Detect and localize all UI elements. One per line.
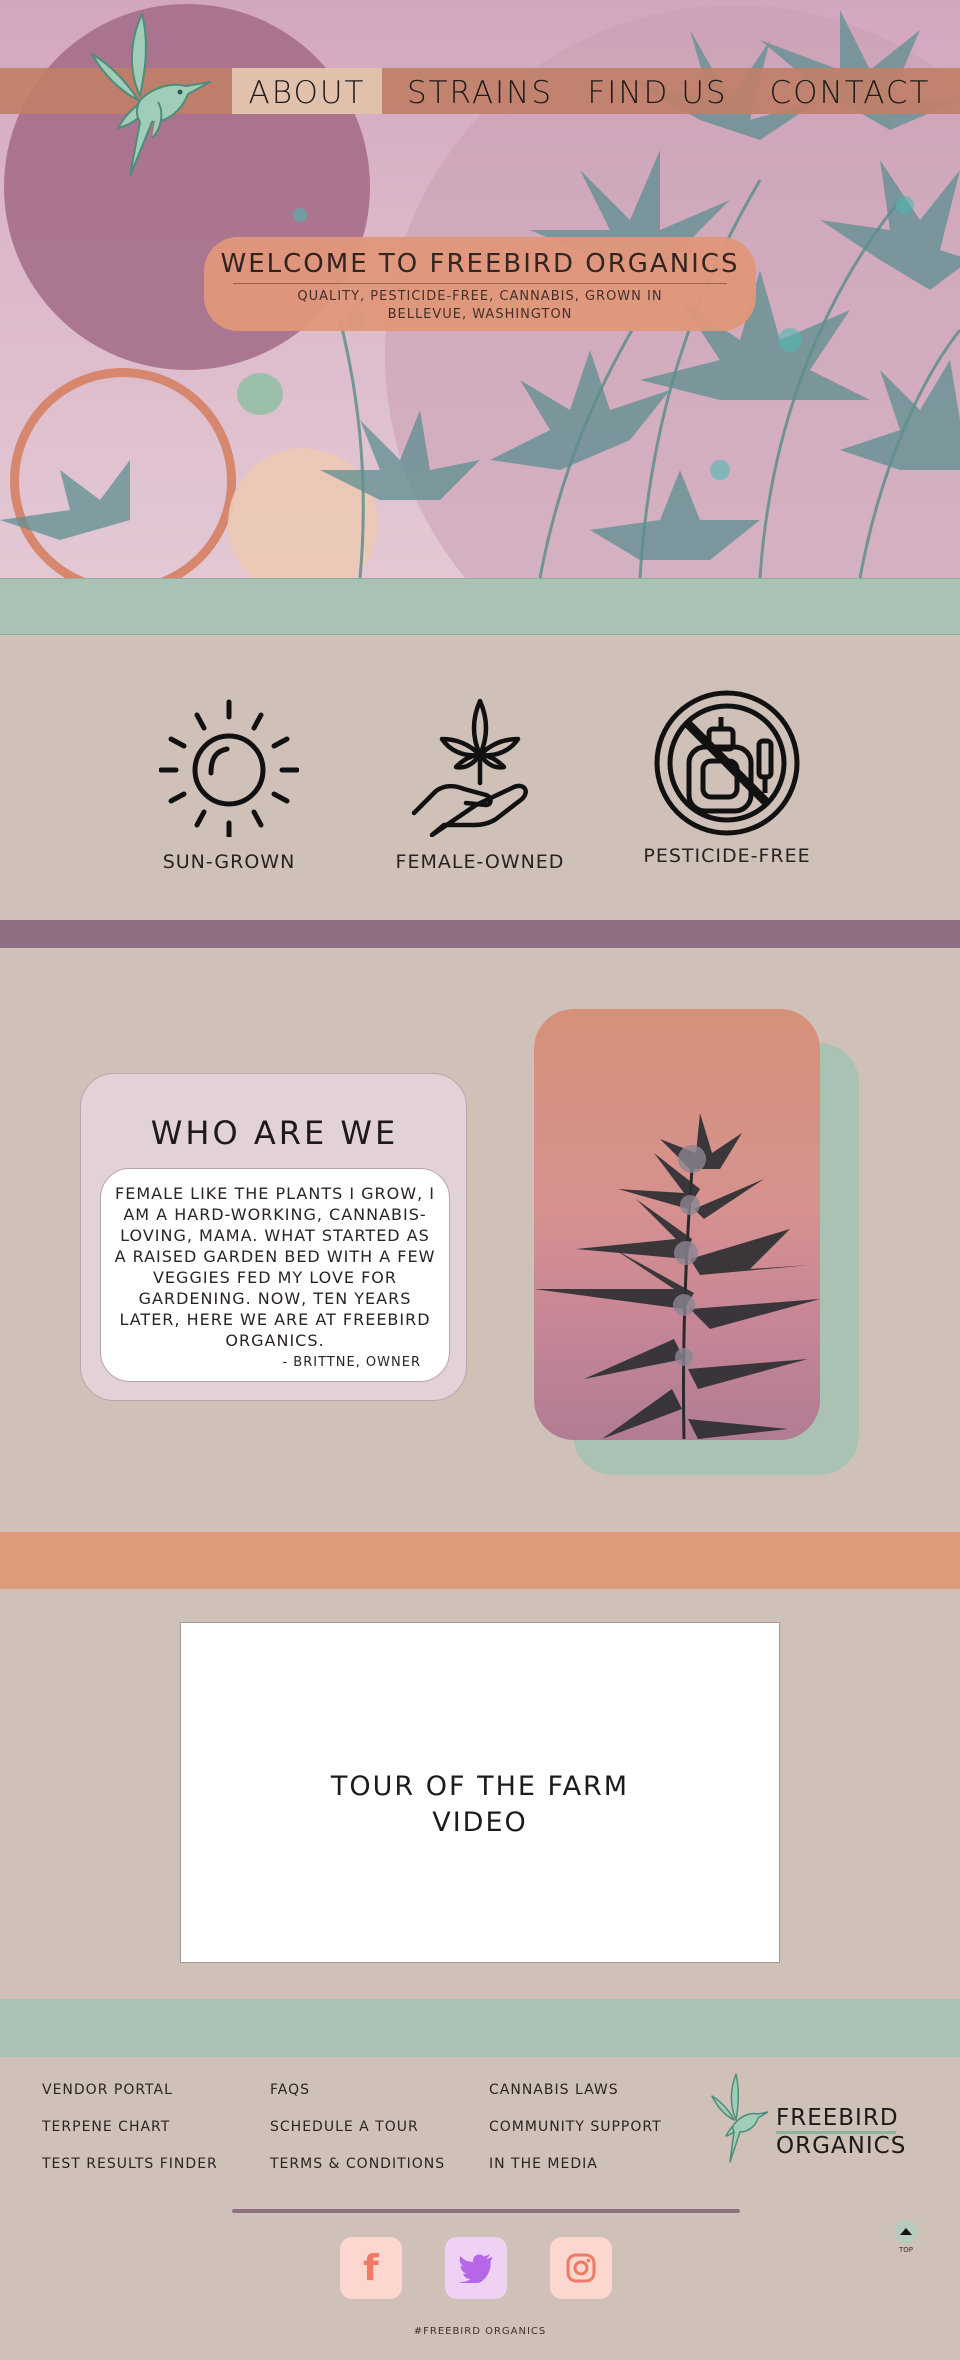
footer-hashtag: #FREEBIRD ORGANICS xyxy=(413,2326,547,2337)
footer-link-terpene-chart[interactable]: TERPENE CHART xyxy=(42,2119,170,2135)
hummingbird-logo-icon[interactable] xyxy=(82,10,212,182)
footer-link-schedule-tour[interactable]: SCHEDULE A TOUR xyxy=(270,2119,419,2135)
welcome-divider xyxy=(233,283,727,284)
back-to-top-label: TOP xyxy=(898,2246,913,2254)
video-label: TOUR OF THE FARM VIDEO xyxy=(330,1771,630,1838)
feature-label: FEMALE-OWNED xyxy=(395,851,565,873)
instagram-icon xyxy=(566,2253,596,2283)
back-to-top-button[interactable] xyxy=(894,2220,918,2244)
footer-logo-underline xyxy=(776,2131,896,2134)
arrow-up-icon xyxy=(900,2228,912,2235)
hummingbird-logo-icon[interactable] xyxy=(708,2072,768,2164)
welcome-banner: WELCOME TO FREEBIRD ORGANICS QUALITY, PE… xyxy=(204,237,756,331)
twitter-button[interactable] xyxy=(445,2237,507,2299)
feature-female-owned: FEMALE-OWNED xyxy=(380,695,580,873)
farm-tour-video[interactable]: TOUR OF THE FARM VIDEO xyxy=(180,1622,780,1963)
hero-section: ABOUT STRAINS FIND US CONTACT WELCOME TO… xyxy=(0,0,960,578)
divider-band-purple xyxy=(0,920,960,948)
footer-link-cannabis-laws[interactable]: CANNABIS LAWS xyxy=(489,2082,619,2098)
nav-find-us[interactable]: FIND US xyxy=(580,68,735,114)
welcome-title: WELCOME TO FREEBIRD ORGANICS xyxy=(220,249,740,279)
feature-sun-grown: SUN-GROWN xyxy=(129,695,329,873)
about-body: FEMALE LIKE THE PLANTS I GROW, I AM A HA… xyxy=(114,1184,436,1350)
footer-link-terms[interactable]: TERMS & CONDITIONS xyxy=(270,2156,445,2172)
divider-band-green xyxy=(0,1999,960,2057)
footer-link-faqs[interactable]: FAQS xyxy=(270,2082,310,2098)
feature-pesticide-free: PESTICIDE-FREE xyxy=(627,690,827,867)
about-card: WHO ARE WE FEMALE LIKE THE PLANTS I GROW… xyxy=(80,1073,467,1401)
facebook-icon: f xyxy=(363,2247,379,2289)
welcome-subtitle: QUALITY, PESTICIDE-FREE, CANNABIS, GROWN… xyxy=(297,289,663,322)
feature-label: SUN-GROWN xyxy=(162,851,296,873)
sun-icon xyxy=(159,699,299,837)
divider-band-green xyxy=(0,578,960,635)
divider-band-orange xyxy=(0,1532,960,1589)
no-pesticide-icon xyxy=(654,690,800,836)
footer-link-vendor-portal[interactable]: VENDOR PORTAL xyxy=(42,2082,173,2098)
about-text-box: FEMALE LIKE THE PLANTS I GROW, I AM A HA… xyxy=(100,1168,450,1382)
about-title: WHO ARE WE xyxy=(150,1114,399,1152)
cannabis-plant-photo xyxy=(534,1009,820,1440)
facebook-button[interactable]: f xyxy=(340,2237,402,2299)
footer-logo-line2: ORGANICS xyxy=(776,2133,907,2159)
footer-logo-line1: FREEBIRD xyxy=(776,2105,899,2131)
nav-contact[interactable]: CONTACT xyxy=(760,68,940,114)
footer-link-community-support[interactable]: COMMUNITY SUPPORT xyxy=(489,2119,662,2135)
cannabis-plant-image xyxy=(534,1113,820,1440)
footer-link-in-the-media[interactable]: IN THE MEDIA xyxy=(489,2156,598,2172)
twitter-icon xyxy=(459,2254,493,2283)
hand-leaf-icon xyxy=(411,698,528,837)
nav-about[interactable]: ABOUT xyxy=(232,68,382,114)
instagram-button[interactable] xyxy=(550,2237,612,2299)
about-signature: - BRITTNE, OWNER xyxy=(282,1355,421,1370)
feature-label: PESTICIDE-FREE xyxy=(643,845,811,867)
footer-link-test-results-finder[interactable]: TEST RESULTS FINDER xyxy=(42,2156,218,2172)
nav-strains[interactable]: STRAINS xyxy=(398,68,562,114)
footer-divider xyxy=(232,2209,740,2213)
